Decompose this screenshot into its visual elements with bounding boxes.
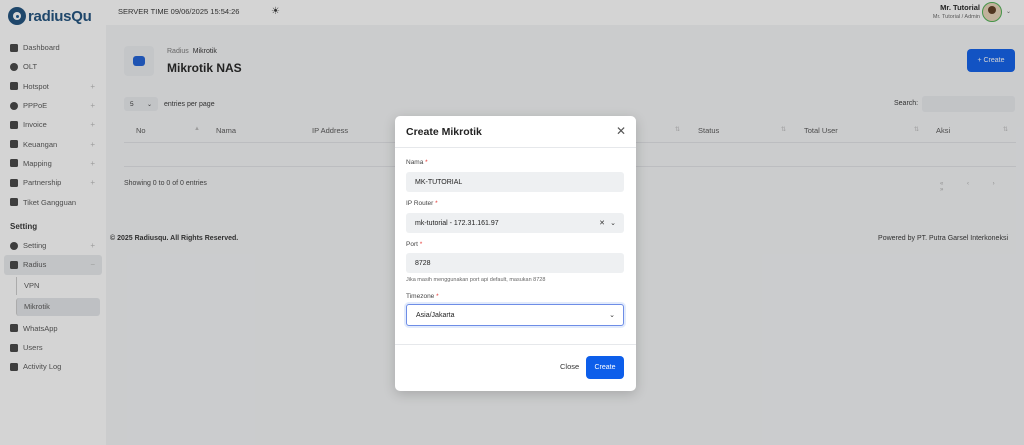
modal-create-button[interactable]: Create	[586, 356, 624, 379]
modal-divider	[395, 147, 636, 148]
chevron-down-icon[interactable]: ⌄	[610, 219, 616, 227]
port-input[interactable]: 8728	[406, 253, 624, 273]
required-mark: *	[425, 159, 428, 166]
required-mark: *	[419, 241, 423, 248]
required-mark: *	[436, 293, 439, 300]
port-label-text: Port	[406, 241, 418, 248]
create-mikrotik-modal: Create Mikrotik ✕ Nama * MK-TUTORIAL IP …	[395, 116, 636, 391]
timezone-select[interactable]: Asia/Jakarta ⌄	[406, 304, 624, 326]
ip-router-value: mk-tutorial - 172.31.161.97	[415, 219, 499, 227]
nama-value: MK-TUTORIAL	[415, 178, 463, 186]
port-value: 8728	[415, 259, 431, 267]
timezone-label: Timezone *	[406, 293, 439, 300]
port-help-text: Jika masih menggunakan port api default,…	[406, 277, 546, 283]
ip-router-label: IP Router *	[406, 200, 438, 207]
nama-label-text: Nama	[406, 159, 424, 166]
modal-divider	[395, 344, 636, 345]
required-mark: *	[435, 200, 438, 207]
close-button[interactable]: Close	[560, 362, 579, 371]
close-icon[interactable]: ✕	[616, 124, 626, 138]
ip-router-label-text: IP Router	[406, 200, 434, 207]
chevron-down-icon: ⌄	[609, 312, 615, 319]
ip-router-select[interactable]: mk-tutorial - 172.31.161.97 ✕ ⌄	[406, 213, 624, 233]
modal-title: Create Mikrotik	[406, 126, 482, 138]
port-label: Port *	[406, 241, 422, 248]
timezone-label-text: Timezone	[406, 293, 435, 300]
nama-label: Nama *	[406, 159, 428, 166]
clear-icon[interactable]: ✕	[599, 219, 605, 227]
nama-input[interactable]: MK-TUTORIAL	[406, 172, 624, 192]
timezone-value: Asia/Jakarta	[416, 311, 455, 319]
